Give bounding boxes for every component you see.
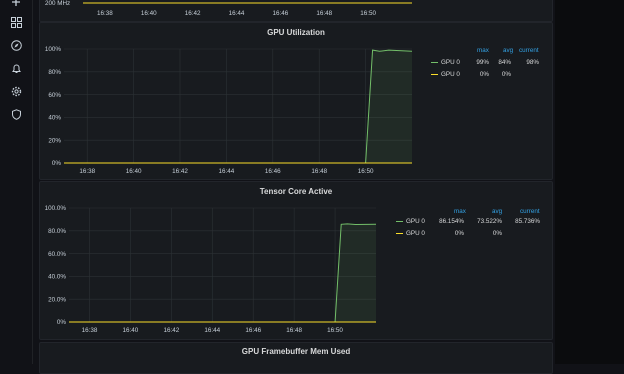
legend-avg-value: 84% <box>498 59 511 66</box>
shield-icon[interactable] <box>8 106 24 122</box>
legend-max-value: 99% <box>476 59 489 66</box>
right-gutter <box>555 0 624 364</box>
x-tick-label: 16:42 <box>185 10 201 17</box>
x-tick-label: 16:40 <box>123 327 139 334</box>
y-tick-label: 200 MHz <box>45 0 70 7</box>
dashboards-icon[interactable] <box>8 14 24 30</box>
x-tick-label: 16:38 <box>79 168 95 175</box>
legend-row[interactable]: GPU 0 0% 0% <box>425 69 545 80</box>
y-tick-label: 40% <box>48 115 61 122</box>
x-tick-label: 16:46 <box>265 168 281 175</box>
x-tick-label: 16:48 <box>316 10 332 17</box>
legend-row[interactable]: GPU 0 0% 0% <box>390 228 550 239</box>
y-tick-label: 20.0% <box>48 296 66 303</box>
x-tick-label: 16:46 <box>245 327 261 334</box>
y-tick-label: 100.0% <box>45 205 67 212</box>
x-tick-label: 16:48 <box>311 168 327 175</box>
series-area <box>69 223 376 322</box>
y-tick-label: 0% <box>57 319 67 326</box>
legend-header-avg[interactable]: avg <box>492 208 502 215</box>
gpu-framebuffer-mem-used-panel: GPU Framebuffer Mem Used <box>39 342 553 374</box>
series-swatch <box>396 221 403 222</box>
sidebar <box>0 0 33 364</box>
legend-max-value: 0% <box>454 230 464 237</box>
x-tick-label: 16:50 <box>360 10 376 17</box>
panel-title: GPU Framebuffer Mem Used <box>241 347 351 356</box>
tensor-core-active-panel: Tensor Core Active 100.0% 80.0% 60.0% 40.0%… <box>39 181 553 340</box>
gpu-utilization-panel: GPU Utilization 100% 80% 60% 40% 20% 0% 16:38 1… <box>39 22 553 180</box>
tensor-core-active-legend: max avg current GPU 0 86.154% 73.522% 85… <box>390 206 550 246</box>
x-tick-label: 16:38 <box>82 327 98 334</box>
gpu-utilization-legend: max avg current GPU 0 99% 84% 98% GPU 0 … <box>425 47 545 87</box>
legend-header-avg[interactable]: avg <box>503 47 513 54</box>
gpu-utilization-chart: 100% 80% 60% 40% 20% 0% 16:38 16:40 16:42 16:44 16… <box>45 46 413 175</box>
y-tick-label: 20% <box>48 137 61 144</box>
legend-header-max[interactable]: max <box>477 47 489 54</box>
x-tick-label: 16:44 <box>204 327 220 334</box>
legend-row[interactable]: GPU 0 86.154% 73.522% 85.736% <box>390 216 550 227</box>
legend-row[interactable]: GPU 0 99% 84% 98% <box>425 57 545 68</box>
legend-avg-value: 73.522% <box>477 218 502 225</box>
alerting-icon[interactable] <box>8 60 24 76</box>
x-tick-label: 16:44 <box>219 168 235 175</box>
y-tick-label: 60.0% <box>48 251 66 258</box>
legend-current-value: 85.736% <box>515 218 540 225</box>
legend-max-value: 0% <box>479 71 489 78</box>
series-swatch <box>431 74 438 75</box>
x-tick-label: 16:44 <box>229 10 245 17</box>
y-tick-label: 100% <box>45 46 62 53</box>
clock-panel: 200 MHz 16:38 16:40 16:42 16:44 16:46 16:48 16… <box>39 0 553 22</box>
legend-avg-value: 0% <box>501 71 511 78</box>
series-name: GPU 0 <box>441 59 460 66</box>
legend-current-value: 98% <box>526 59 539 66</box>
y-tick-label: 80.0% <box>48 228 66 235</box>
y-tick-label: 40.0% <box>48 274 66 281</box>
y-tick-label: 60% <box>48 92 61 99</box>
x-tick-label: 16:46 <box>273 10 289 17</box>
x-tick-label: 16:40 <box>126 168 142 175</box>
x-tick-label: 16:48 <box>286 327 302 334</box>
x-tick-label: 16:42 <box>163 327 179 334</box>
x-tick-label: 16:50 <box>358 168 374 175</box>
x-tick-label: 16:38 <box>97 10 113 17</box>
series-line[interactable] <box>69 223 377 323</box>
series-swatch <box>431 62 438 63</box>
clock-panel-chart: 200 MHz 16:38 16:40 16:42 16:44 16:46 16:48 16… <box>45 0 412 17</box>
series-name: GPU 0 <box>406 218 425 225</box>
x-tick-label: 16:40 <box>141 10 157 17</box>
series-swatch <box>396 233 403 234</box>
series-line[interactable] <box>64 49 413 164</box>
legend-max-value: 86.154% <box>439 218 464 225</box>
legend-header-current[interactable]: current <box>520 208 540 215</box>
series-name: GPU 0 <box>441 71 460 78</box>
y-tick-label: 80% <box>48 69 61 76</box>
legend-header-max[interactable]: max <box>454 208 466 215</box>
tensor-core-active-chart: 100.0% 80.0% 60.0% 40.0% 20.0% 0% 16:38 16:40 16… <box>45 205 377 334</box>
legend-avg-value: 0% <box>492 230 502 237</box>
configuration-icon[interactable] <box>8 83 24 99</box>
plus-icon[interactable] <box>8 0 24 10</box>
explore-icon[interactable] <box>8 37 24 53</box>
x-tick-label: 16:50 <box>327 327 343 334</box>
legend-header-current[interactable]: current <box>519 47 539 54</box>
y-tick-label: 0% <box>52 160 62 167</box>
x-tick-label: 16:42 <box>172 168 188 175</box>
series-area <box>64 50 412 163</box>
series-name: GPU 0 <box>406 230 425 237</box>
